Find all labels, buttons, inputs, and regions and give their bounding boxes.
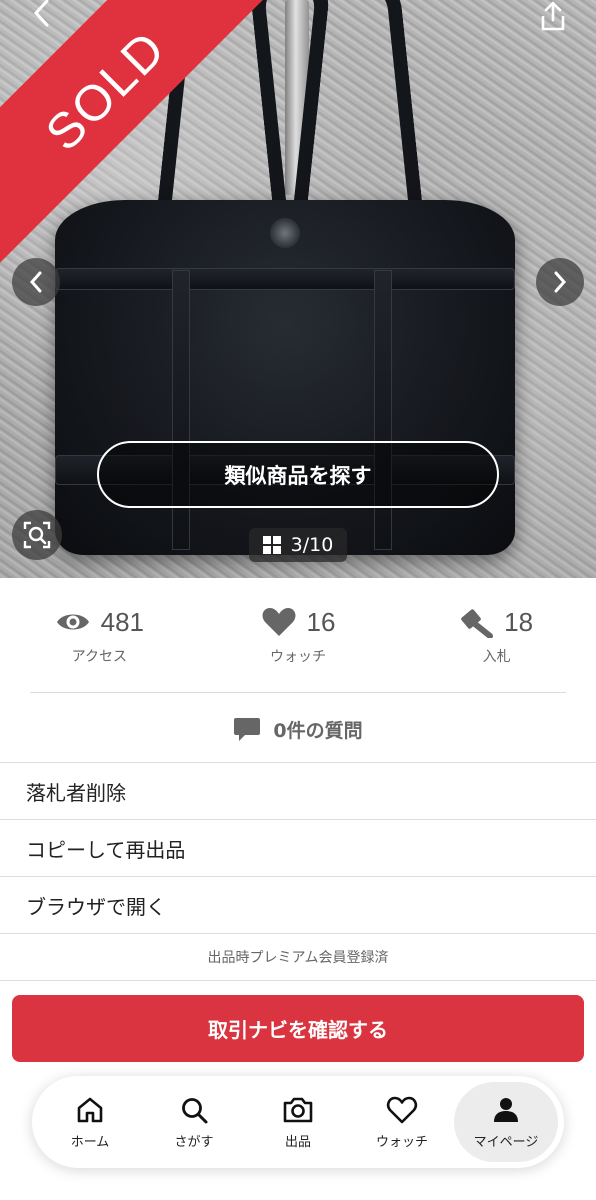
- nav-search[interactable]: さがす: [142, 1082, 246, 1162]
- back-icon[interactable]: [28, 0, 56, 28]
- search-icon: [182, 1097, 208, 1123]
- heart-icon: [262, 608, 295, 636]
- share-icon[interactable]: [538, 0, 568, 34]
- product-image-carousel[interactable]: SOLD 類似商品を探す 3/10: [0, 0, 596, 578]
- next-image-button[interactable]: [536, 258, 584, 306]
- home-icon: [77, 1097, 103, 1122]
- stat-label: 入札: [482, 649, 511, 665]
- stat-value: 481: [100, 606, 145, 637]
- stat-access: 481 アクセス: [0, 600, 199, 672]
- eye-icon: [56, 614, 89, 630]
- open-in-browser-item[interactable]: ブラウザで開く: [0, 876, 596, 933]
- nav-sell[interactable]: 出品: [246, 1082, 350, 1162]
- heart-outline-icon: [386, 1096, 418, 1123]
- camera-icon: [283, 1097, 313, 1122]
- action-menu: 落札者削除 コピーして再出品 ブラウザで開く 出品時プレミアム会員登録済: [0, 762, 596, 981]
- nav-home[interactable]: ホーム: [38, 1082, 142, 1162]
- questions-link[interactable]: 0件の質問: [0, 708, 596, 750]
- nav-label: マイページ: [473, 1134, 539, 1150]
- find-similar-button[interactable]: 類似商品を探す: [97, 441, 499, 508]
- nav-watch[interactable]: ウォッチ: [350, 1082, 454, 1162]
- stat-label: アクセス: [71, 649, 127, 665]
- questions-label: 0件の質問: [273, 719, 363, 742]
- auction-stats: 481 アクセス 16 ウォッチ 18 入札: [0, 600, 596, 672]
- user-icon: [494, 1097, 518, 1122]
- nav-label: 出品: [284, 1134, 311, 1150]
- nav-label: ウォッチ: [375, 1134, 428, 1150]
- stat-watch: 16 ウォッチ: [199, 600, 398, 672]
- previous-image-button[interactable]: [12, 258, 60, 306]
- divider: [30, 692, 566, 693]
- copy-relist-item[interactable]: コピーして再出品: [0, 819, 596, 876]
- bottom-navigation: ホーム さがす 出品 ウォッチ マイページ: [32, 1076, 564, 1168]
- chat-bubble-icon: [234, 718, 261, 741]
- nav-label: さがす: [174, 1134, 214, 1150]
- stat-bids: 18 入札: [397, 600, 596, 672]
- stat-value: 18: [504, 606, 534, 637]
- premium-member-note: 出品時プレミアム会員登録済: [0, 933, 596, 981]
- remove-winner-item[interactable]: 落札者削除: [0, 762, 596, 819]
- image-counter[interactable]: 3/10: [249, 528, 347, 562]
- nav-label: ホーム: [70, 1134, 110, 1150]
- lens-search-icon: [23, 521, 51, 549]
- stat-label: ウォッチ: [269, 649, 326, 665]
- grid-icon: [262, 536, 281, 554]
- gavel-icon: [461, 609, 494, 638]
- image-counter-text: 3/10: [290, 534, 334, 556]
- image-search-button[interactable]: [12, 510, 62, 560]
- stat-value: 16: [306, 606, 336, 637]
- transaction-navi-button[interactable]: 取引ナビを確認する: [12, 995, 584, 1062]
- nav-mypage[interactable]: マイページ: [454, 1082, 558, 1162]
